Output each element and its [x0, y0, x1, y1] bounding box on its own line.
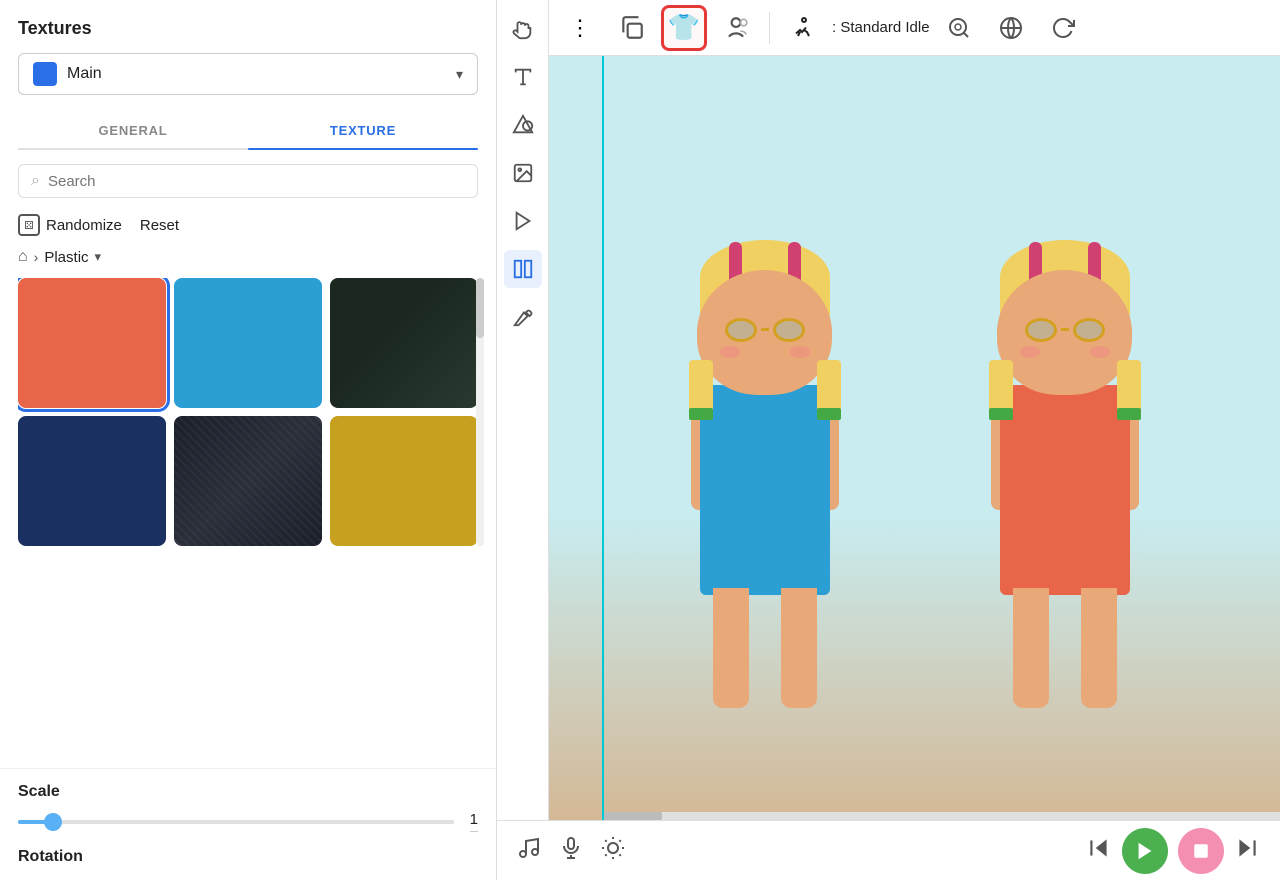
play-icon: [1134, 840, 1156, 862]
scale-label: Scale: [18, 783, 478, 801]
reset-button[interactable]: Reset: [140, 217, 179, 234]
viewport: [549, 56, 1280, 820]
home-icon[interactable]: ⌂: [18, 248, 28, 266]
horizontal-scrollbar[interactable]: [602, 812, 1280, 820]
animation-idle-button[interactable]: [780, 5, 826, 51]
dropdown-label: Main: [67, 65, 446, 83]
chevron-down-icon: ▾: [456, 66, 463, 83]
slider-thumb[interactable]: [44, 813, 62, 831]
scale-value: 1: [470, 811, 478, 828]
more-options-button[interactable]: ⋮: [557, 5, 603, 51]
search-icon: ⌕: [31, 172, 40, 190]
tabs-row: GENERAL TEXTURE: [18, 113, 478, 150]
music-button[interactable]: [517, 836, 541, 866]
animation-edit-button[interactable]: [936, 5, 982, 51]
texture-swatch-5[interactable]: [174, 416, 322, 546]
shirt-icon: 👕: [668, 12, 700, 43]
playback-controls: [1086, 828, 1260, 874]
stop-icon: [1192, 842, 1210, 860]
play-button[interactable]: [1122, 828, 1168, 874]
bottom-controls: [497, 820, 1280, 880]
avatar-icon: [723, 15, 749, 41]
rotate-icon: [1051, 16, 1075, 40]
search-row: ⌕: [0, 150, 496, 204]
hand-tool[interactable]: [504, 10, 542, 48]
timeline-indicator: [602, 56, 604, 820]
texture-swatch-2[interactable]: [174, 278, 322, 408]
run-icon: [791, 16, 815, 40]
shapes-tool[interactable]: [504, 106, 542, 144]
scrollbar-track[interactable]: [476, 278, 484, 546]
animation-edit-icon: [947, 16, 971, 40]
dropdown-color-swatch: [33, 62, 57, 86]
global-button[interactable]: [988, 5, 1034, 51]
texture-swatch-1[interactable]: [18, 278, 166, 408]
dice-icon: ⚄: [18, 214, 40, 236]
stop-button[interactable]: [1178, 828, 1224, 874]
scale-slider[interactable]: [18, 820, 454, 824]
bottom-left-icons: [517, 836, 625, 866]
texture-swatch-6[interactable]: [330, 416, 478, 546]
globe-icon: [999, 16, 1023, 40]
image-tool[interactable]: [504, 154, 542, 192]
text-tool[interactable]: [504, 58, 542, 96]
duplicate-button[interactable]: [609, 5, 655, 51]
texture-swatch-3[interactable]: [330, 278, 478, 408]
texture-swatch-4[interactable]: [18, 416, 166, 546]
randomize-button[interactable]: ⚄ Randomize: [18, 214, 122, 236]
rotation-section: Rotation: [0, 838, 496, 880]
slider-row: 1: [18, 811, 478, 832]
rotation-label: Rotation: [18, 848, 478, 866]
tab-general[interactable]: GENERAL: [18, 113, 248, 148]
video-tool[interactable]: [504, 202, 542, 240]
viewport-characters: [549, 56, 1280, 820]
dropdown-row: Main ▾: [18, 53, 478, 95]
right-panel: ⋮ 👕 : Standard: [497, 0, 1280, 880]
left-panel: Textures Main ▾ GENERAL TEXTURE ⌕ ⚄ Rand…: [0, 0, 497, 880]
texture-material-button[interactable]: 👕: [661, 5, 707, 51]
top-toolbar: ⋮ 👕 : Standard: [549, 0, 1280, 56]
paint-tool[interactable]: [504, 298, 542, 336]
avatar-button[interactable]: [713, 5, 759, 51]
texture-grid: [18, 278, 484, 546]
scale-section: Scale 1: [0, 768, 496, 838]
vertical-toolbar: [497, 0, 549, 820]
tab-texture[interactable]: TEXTURE: [248, 113, 478, 148]
character-left: [635, 240, 895, 800]
library-tool[interactable]: [504, 250, 542, 288]
search-box: ⌕: [18, 164, 478, 198]
scrollbar-thumb[interactable]: [476, 278, 484, 338]
breadcrumb-arrow: ›: [34, 249, 39, 265]
actions-row: ⚄ Randomize Reset: [0, 204, 496, 244]
microphone-button[interactable]: [559, 836, 583, 866]
skip-forward-button[interactable]: [1234, 835, 1260, 867]
rotate-button[interactable]: [1040, 5, 1086, 51]
slider-underline: 1: [470, 811, 478, 832]
animation-label: : Standard Idle: [832, 19, 930, 36]
more-icon: ⋮: [569, 15, 591, 41]
toolbar-divider: [769, 12, 770, 44]
breadcrumb-category: Plastic: [44, 249, 88, 266]
light-button[interactable]: [601, 836, 625, 866]
search-input[interactable]: [48, 173, 465, 190]
chevron-down-icon[interactable]: ▾: [95, 249, 102, 265]
breadcrumb: ⌂ › Plastic ▾: [0, 244, 496, 274]
main-dropdown[interactable]: Main ▾: [18, 53, 478, 95]
texture-grid-scroll: [18, 278, 484, 546]
texture-grid-wrapper: [0, 274, 496, 768]
panel-title: Textures: [18, 18, 478, 39]
skip-back-button[interactable]: [1086, 835, 1112, 867]
panel-header: Textures Main ▾ GENERAL TEXTURE: [0, 0, 496, 150]
character-right: [935, 240, 1195, 800]
duplicate-icon: [619, 15, 645, 41]
